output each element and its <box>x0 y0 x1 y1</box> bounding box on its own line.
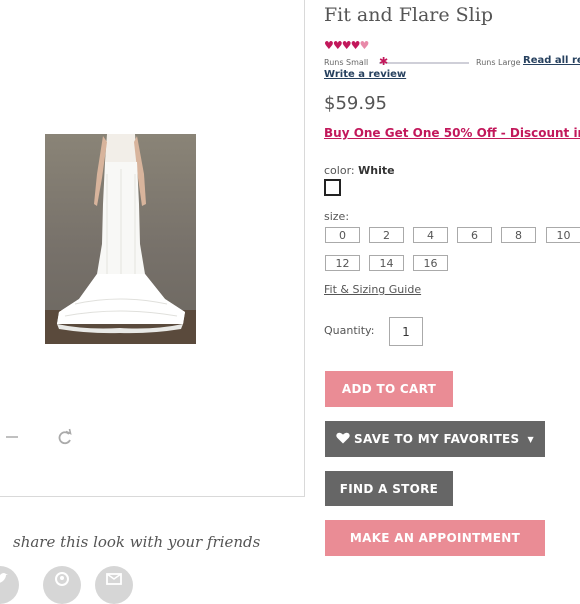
share-heading: share this look with your friends <box>13 533 261 551</box>
fit-sizing-guide-link[interactable]: Fit & Sizing Guide <box>324 283 421 296</box>
product-image[interactable] <box>45 134 196 344</box>
add-to-cart-button[interactable]: ADD TO CART <box>325 371 453 407</box>
promo-link[interactable]: Buy One Get One 50% Off - Discount in C <box>324 126 580 140</box>
rating-partial-star: ♥ <box>359 39 369 52</box>
quantity-input[interactable]: 1 <box>389 317 423 346</box>
save-to-favorites-label: SAVE TO MY FAVORITES <box>354 432 520 446</box>
rotate-icon[interactable] <box>57 428 73 446</box>
quantity-label: Quantity: <box>324 324 375 337</box>
size-option[interactable]: 12 <box>325 255 360 271</box>
size-option[interactable]: 16 <box>413 255 448 271</box>
product-title: Fit and Flare Slip <box>324 4 493 26</box>
size-label: size: <box>324 210 350 223</box>
email-icon[interactable] <box>95 566 133 604</box>
size-option[interactable]: 4 <box>413 227 448 243</box>
size-option[interactable]: 0 <box>325 227 360 243</box>
write-review-link[interactable]: Write a review <box>324 69 406 80</box>
size-option[interactable]: 10 <box>546 227 580 243</box>
chevron-down-icon: ▼ <box>527 434 534 444</box>
size-option[interactable]: 8 <box>501 227 536 243</box>
color-label: color: White <box>324 164 395 177</box>
size-option[interactable]: 14 <box>369 255 404 271</box>
read-all-reviews-link[interactable]: Read all rev <box>523 55 580 66</box>
twitter-icon[interactable] <box>0 566 19 604</box>
fit-runs-small-label: Runs Small <box>324 58 369 67</box>
pinterest-icon[interactable] <box>43 566 81 604</box>
size-option[interactable]: 6 <box>457 227 492 243</box>
size-option[interactable]: 2 <box>369 227 404 243</box>
product-price: $59.95 <box>324 93 387 114</box>
find-a-store-button[interactable]: FIND A STORE <box>325 471 453 506</box>
zoom-out-icon[interactable] <box>5 428 19 446</box>
make-appointment-button[interactable]: MAKE AN APPOINTMENT <box>325 520 545 556</box>
rating-stars[interactable]: ♥♥♥♥♥ <box>324 39 369 52</box>
fit-runs-large-label: Runs Large <box>476 58 521 67</box>
product-gallery <box>0 0 305 497</box>
color-swatch-white[interactable] <box>324 179 341 196</box>
save-to-favorites-button[interactable]: SAVE TO MY FAVORITES ▼ <box>325 421 545 457</box>
fit-scale-marker: ✱ <box>379 55 389 68</box>
rating-full-stars: ♥♥♥♥ <box>324 39 360 52</box>
color-value: White <box>358 164 395 177</box>
heart-icon <box>336 432 350 447</box>
fit-scale-track <box>379 62 469 64</box>
color-label-text: color: <box>324 164 355 177</box>
